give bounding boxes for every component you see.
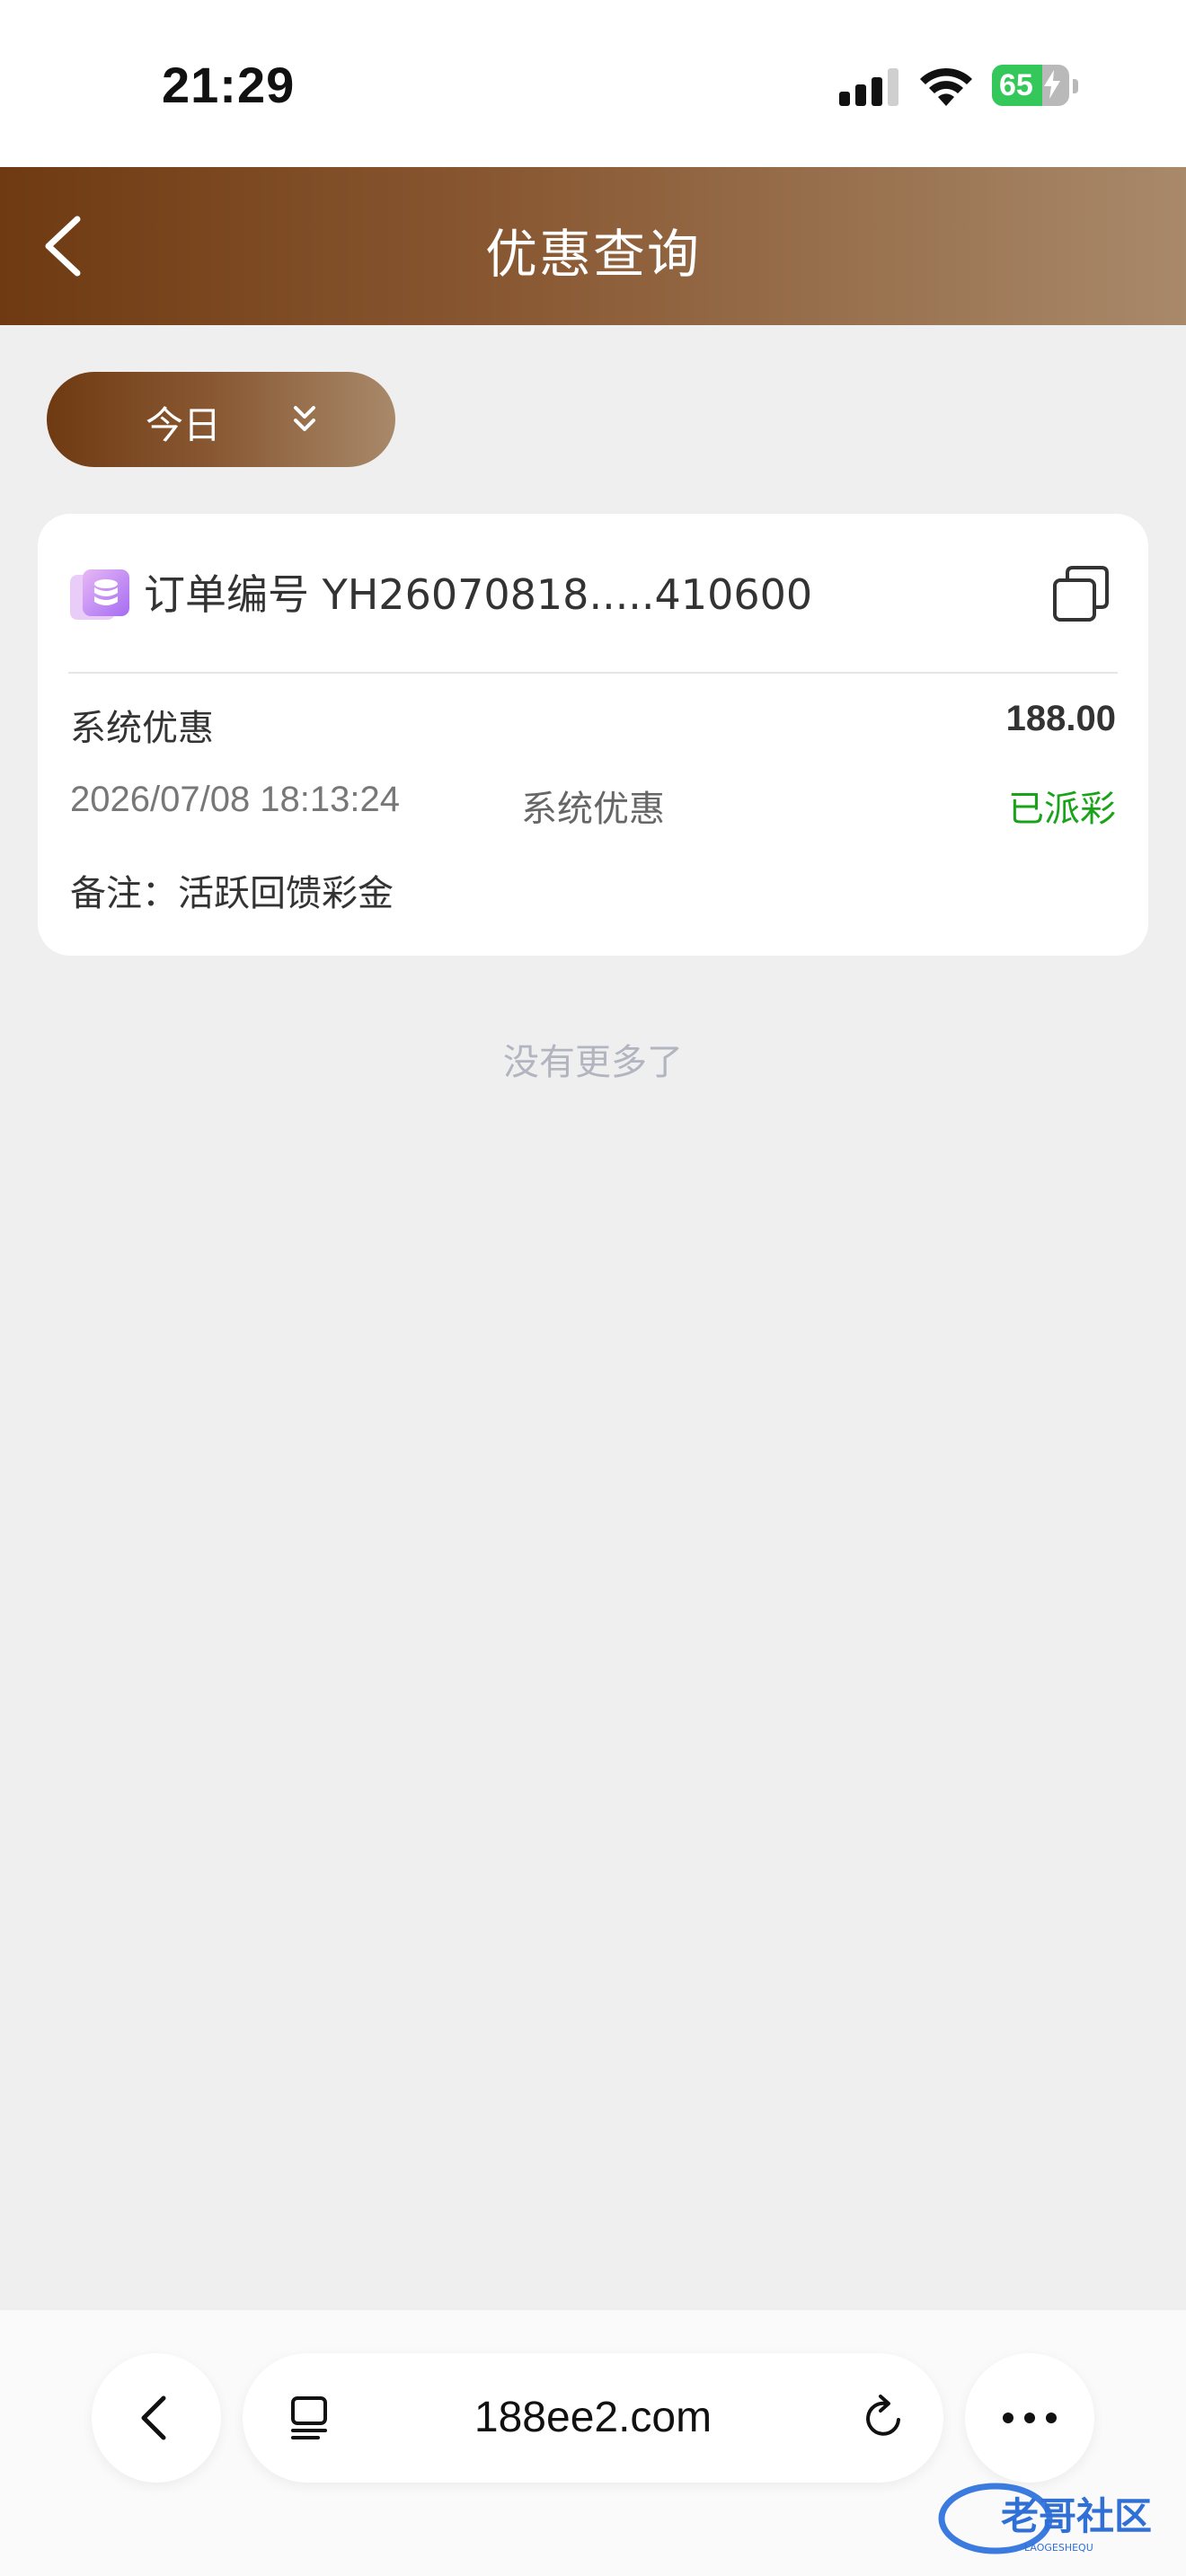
list-end-text: 没有更多了: [503, 1042, 683, 1083]
card-divider: [68, 672, 1118, 674]
more-dots-icon: [1003, 2413, 1057, 2423]
promotion-record-card: 订单编号 YH26070818.....410600 系统优惠 188.00 2…: [38, 514, 1148, 956]
copy-icon[interactable]: [1051, 564, 1111, 623]
battery-level: 65: [999, 68, 1033, 102]
browser-back-button[interactable]: [92, 2353, 221, 2483]
page-header: 优惠查询: [0, 167, 1186, 325]
page-title: 优惠查询: [484, 224, 701, 285]
community-watermark-logo: 老哥社区 LAOGESHEQU: [938, 2483, 1152, 2554]
status-badge: 已派彩: [1008, 789, 1116, 830]
record-remark: 备注：活跃回馈彩金: [70, 873, 394, 914]
promotion-type: 系统优惠: [70, 708, 214, 749]
order-number: 订单编号 YH26070818.....410600: [144, 570, 813, 619]
more-options-button[interactable]: [965, 2353, 1094, 2483]
date-filter-label: 今日: [146, 403, 222, 447]
address-bar[interactable]: 188ee2.com: [243, 2353, 943, 2483]
coin-stack-icon: [70, 569, 129, 620]
battery-icon: 65: [992, 65, 1069, 106]
double-chevron-down-icon: [294, 406, 315, 431]
wifi-icon: [920, 67, 972, 106]
battery-cap: [1073, 79, 1078, 93]
date-filter-button[interactable]: 今日: [47, 372, 395, 467]
status-bar: 21:29 65: [0, 0, 1186, 167]
record-datetime: 2026/07/08 18:13:24: [70, 780, 401, 819]
reload-icon[interactable]: [859, 2393, 909, 2443]
status-time: 21:29: [162, 57, 296, 113]
chevron-left-icon: [141, 2395, 166, 2440]
promotion-amount: 188.00: [1005, 699, 1116, 738]
cellular-signal-icon: [839, 68, 898, 106]
url-text[interactable]: 188ee2.com: [243, 2393, 943, 2442]
promotion-type-secondary: 系统优惠: [521, 789, 665, 830]
svg-text:老哥社区: 老哥社区: [1001, 2494, 1152, 2538]
svg-text:LAOGESHEQU: LAOGESHEQU: [1024, 2542, 1093, 2554]
